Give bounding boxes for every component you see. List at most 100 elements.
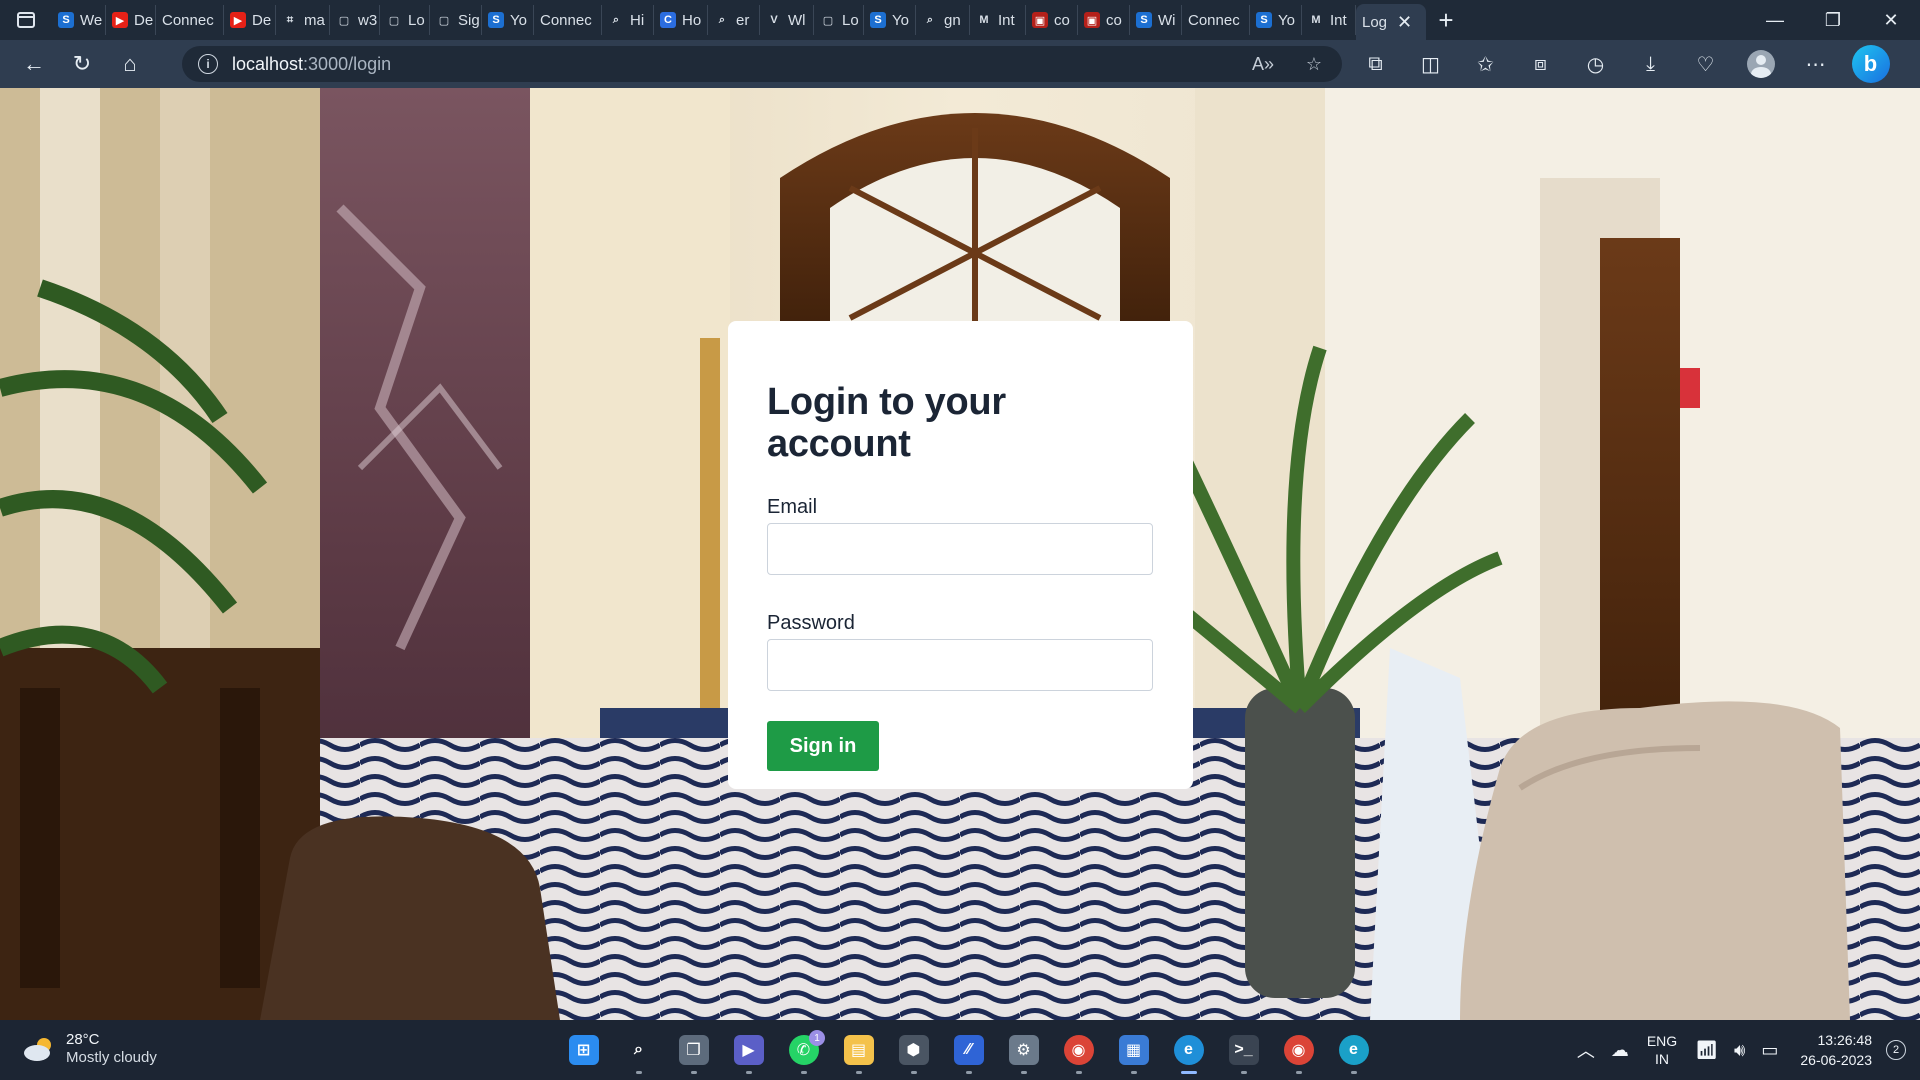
language-indicator[interactable]: ENG IN — [1637, 1032, 1687, 1068]
tab-label: Hi — [630, 11, 645, 29]
tab-label: Yo — [892, 11, 909, 29]
collections-icon[interactable]: ⧈ — [1513, 44, 1568, 84]
tab-9[interactable]: Connec — [534, 5, 602, 35]
tab-14[interactable]: ▢ Lo — [814, 5, 864, 35]
meet-taskbar-button[interactable]: ▶ — [721, 1028, 776, 1074]
tab-7[interactable]: ▢ Sig — [430, 5, 482, 35]
edge-taskbar-button[interactable]: e — [1161, 1028, 1216, 1074]
tab-10[interactable]: ⌕ Hi — [602, 5, 654, 35]
start-taskbar-button[interactable]: ⊞ — [556, 1028, 611, 1072]
chrome-taskbar-button[interactable]: ◉ — [1051, 1028, 1106, 1074]
task-view-taskbar-button[interactable]: ❐ — [666, 1028, 721, 1074]
running-indicator — [1350, 1071, 1357, 1074]
toolbar-actions: ⧉ ◫ ✩ ⧈ ◷ ⤓ ♡ ⋯ b — [1348, 44, 1898, 84]
whatsapp-taskbar-button[interactable]: ✆ 1 — [776, 1028, 831, 1074]
pdf-icon: ▣ — [1032, 12, 1048, 28]
password-field[interactable] — [767, 639, 1153, 691]
tab-24[interactable]: Log ✕ — [1356, 4, 1426, 40]
running-indicator — [855, 1071, 862, 1074]
v-icon: V — [770, 14, 778, 26]
tab-1[interactable]: ▶ De — [106, 5, 156, 35]
page-viewport: Login to your account Email Password Sig… — [0, 88, 1920, 1020]
home-button[interactable]: ⌂ — [106, 44, 154, 84]
tab-11[interactable]: C Ho — [654, 5, 708, 35]
wifi-icon[interactable]: 📶︎ — [1687, 1040, 1726, 1061]
file-explorer-taskbar-button[interactable]: ▤ — [831, 1028, 886, 1074]
tab-label: De — [134, 11, 154, 29]
downloads-icon[interactable]: ⤓ — [1623, 44, 1678, 84]
show-hidden-icons-icon[interactable]: ︿ — [1569, 1037, 1603, 1063]
running-indicator — [1180, 1071, 1197, 1074]
search-icon: ⌕ — [612, 13, 620, 26]
running-indicator — [1295, 1071, 1302, 1074]
split-screen-icon[interactable]: ◫ — [1403, 44, 1458, 84]
battery-icon[interactable]: ▭ — [1753, 1040, 1786, 1061]
running-indicator — [1130, 1071, 1137, 1074]
close-window-button[interactable]: ✕ — [1862, 0, 1920, 40]
url-text[interactable]: localhost:3000/login — [232, 54, 391, 75]
search-taskbar-button[interactable]: ⌕ — [611, 1028, 666, 1074]
read-aloud-icon[interactable]: A» — [1252, 46, 1274, 82]
terminal-taskbar-button[interactable]: >_ — [1216, 1028, 1271, 1074]
running-indicator — [635, 1071, 642, 1074]
tab-15[interactable]: S Yo — [864, 5, 916, 35]
tab-close-icon[interactable]: ✕ — [1397, 12, 1412, 33]
tab-label: Wl — [788, 11, 806, 29]
tab-strip: S We ▶ De Connec ▶ De ⌗ ma ▢ w3 ▢ Lo ▢ Sig S Yo Connec ⌕ Hi… — [0, 0, 1920, 40]
editor-taskbar-button[interactable]: ⁄⁄ — [941, 1028, 996, 1074]
more-menu-button[interactable]: ⋯ — [1788, 44, 1843, 84]
tab-20[interactable]: S Wi — [1130, 5, 1182, 35]
site-info-icon[interactable]: i — [198, 54, 218, 74]
history-icon[interactable]: ◷ — [1568, 44, 1623, 84]
browser-essentials-icon[interactable]: ♡ — [1678, 44, 1733, 84]
tab-4[interactable]: ⌗ ma — [276, 5, 330, 35]
chrome-profile-taskbar-button[interactable]: ◉ — [1271, 1028, 1326, 1074]
profile-button[interactable] — [1733, 44, 1788, 84]
tab-5[interactable]: ▢ w3 — [330, 5, 380, 35]
clock-date: 26-06-2023 — [1800, 1052, 1872, 1068]
onedrive-icon[interactable]: ☁ — [1603, 1040, 1637, 1061]
minimize-button[interactable]: — — [1746, 0, 1804, 40]
new-tab-button[interactable]: + — [1426, 0, 1466, 40]
tab-21[interactable]: Connec — [1182, 5, 1250, 35]
tab-19[interactable]: ▣ co — [1078, 5, 1130, 35]
tab-18[interactable]: ▣ co — [1026, 5, 1078, 35]
document-icon: ▢ — [438, 14, 450, 27]
weather-widget[interactable]: 28°C Mostly cloudy — [22, 1031, 157, 1067]
refresh-button[interactable]: ↻ — [58, 44, 106, 84]
bing-button[interactable]: b — [1843, 44, 1898, 84]
tab-12[interactable]: ⌕ er — [708, 5, 760, 35]
tab-13[interactable]: V Wl — [760, 5, 814, 35]
favorite-star-icon[interactable]: ☆ — [1306, 46, 1322, 82]
address-bar[interactable]: i localhost:3000/login A» ☆ — [182, 46, 1342, 82]
tab-17[interactable]: M Int — [970, 5, 1026, 35]
edge-dev-taskbar-button[interactable]: e — [1326, 1028, 1381, 1074]
favorites-icon[interactable]: ✩ — [1458, 44, 1513, 84]
tab-3[interactable]: ▶ De — [224, 5, 276, 35]
url-path: :3000/login — [303, 53, 392, 74]
tab-0[interactable]: S We — [52, 5, 106, 35]
back-button[interactable]: ← — [10, 44, 58, 84]
tab-6[interactable]: ▢ Lo — [380, 5, 430, 35]
tab-label: Int — [1330, 11, 1347, 29]
tab-actions-button[interactable] — [0, 0, 52, 40]
tab-23[interactable]: M Int — [1302, 5, 1356, 35]
sign-in-button[interactable]: Sign in — [767, 721, 879, 771]
app-taskbar-button[interactable]: ⬢ — [886, 1028, 941, 1074]
store-taskbar-button[interactable]: ▦ — [1106, 1028, 1161, 1074]
email-field[interactable] — [767, 523, 1153, 575]
gmail-icon: M — [979, 14, 989, 26]
restore-button[interactable]: ❐ — [1804, 0, 1862, 40]
clock[interactable]: 13:26:48 26-06-2023 — [1786, 1030, 1880, 1070]
s-icon: S — [1256, 12, 1272, 28]
volume-icon[interactable]: 🔊︎ — [1726, 1040, 1753, 1061]
tab-2[interactable]: Connec — [156, 5, 224, 35]
tab-16[interactable]: ⌕ gn — [916, 5, 970, 35]
tab-8[interactable]: S Yo — [482, 5, 534, 35]
tab-22[interactable]: S Yo — [1250, 5, 1302, 35]
notification-count[interactable]: 2 — [1886, 1040, 1906, 1060]
document-icon: ▢ — [338, 14, 350, 27]
running-indicator — [965, 1071, 972, 1074]
settings-taskbar-button[interactable]: ⚙ — [996, 1028, 1051, 1074]
extensions-icon[interactable]: ⧉ — [1348, 44, 1403, 84]
